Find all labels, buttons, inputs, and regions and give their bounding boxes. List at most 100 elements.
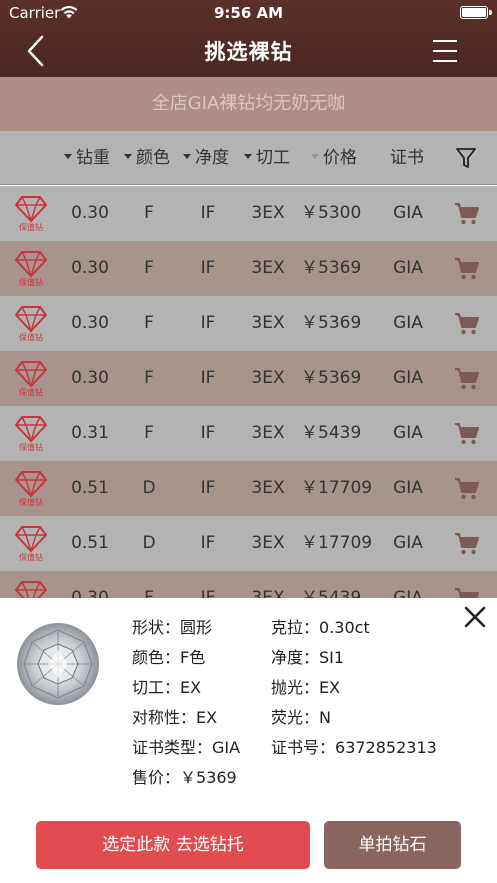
column-label: 颜色 bbox=[136, 148, 170, 168]
select-setting-button[interactable]: 选定此款 去选钻托 bbox=[36, 821, 310, 869]
cut-value: 3EX bbox=[251, 533, 285, 553]
table-row[interactable]: 保值钻 0.51 D IF 3EX ￥17709 GIA bbox=[0, 516, 497, 571]
carat-value: 0.31 bbox=[71, 423, 109, 443]
value-diamond-badge-icon: 保值钻 bbox=[14, 516, 48, 571]
cart-icon[interactable] bbox=[452, 241, 482, 296]
cut-value: 3EX bbox=[251, 203, 285, 223]
cart-icon[interactable] bbox=[452, 296, 482, 351]
column-label: 钻重 bbox=[76, 148, 110, 168]
clarity-value: IF bbox=[200, 313, 216, 333]
table-row[interactable]: 保值钻 0.30 F IF 3EX ￥5369 GIA bbox=[0, 241, 497, 296]
carat-value: 0.30 bbox=[71, 258, 109, 278]
page-title: 挑选裸钻 bbox=[204, 40, 293, 64]
column-label: 证书 bbox=[390, 148, 424, 168]
clarity-value: IF bbox=[200, 368, 216, 388]
table-row[interactable]: 保值钻 0.30 F IF 3EX ￥5369 GIA bbox=[0, 351, 497, 406]
clarity-value: IF bbox=[200, 478, 216, 498]
clarity-value: IF bbox=[200, 533, 216, 553]
detail-polish: 抛光：EX bbox=[271, 678, 340, 698]
cert-value: GIA bbox=[393, 368, 423, 388]
filter-icon[interactable] bbox=[455, 146, 477, 170]
column-label: 切工 bbox=[256, 148, 290, 168]
carat-value: 0.30 bbox=[71, 368, 109, 388]
sort-caret-icon bbox=[311, 153, 319, 159]
sort-clarity-header[interactable]: 净度 bbox=[183, 131, 229, 185]
cut-value: 3EX bbox=[251, 258, 285, 278]
table-row[interactable]: 保值钻 0.30 F IF 3EX ￥5369 GIA bbox=[0, 296, 497, 351]
detail-label: 抛光： bbox=[271, 678, 320, 697]
detail-shape: 形状：圆形 bbox=[132, 618, 212, 638]
promo-banner: 全店GIA裸钻均无奶无咖 bbox=[0, 77, 497, 131]
color-value: F bbox=[144, 203, 154, 223]
sort-cut-header[interactable]: 切工 bbox=[244, 131, 290, 185]
detail-fluorescence: 荧光：N bbox=[271, 708, 331, 728]
carat-value: 0.51 bbox=[71, 478, 109, 498]
clarity-value: IF bbox=[200, 258, 216, 278]
badge-label: 保值钻 bbox=[19, 443, 43, 452]
detail-value: GIA bbox=[212, 738, 241, 757]
diamond-image bbox=[17, 623, 99, 705]
detail-cert-number: 证书号：6372852313 bbox=[271, 738, 437, 758]
carat-value: 0.51 bbox=[71, 533, 109, 553]
detail-label: 形状： bbox=[132, 618, 181, 637]
menu-icon[interactable] bbox=[433, 40, 457, 62]
detail-cert-type: 证书类型：GIA bbox=[132, 738, 240, 758]
detail-label: 荧光： bbox=[271, 708, 320, 727]
sort-caret-icon bbox=[183, 153, 191, 159]
value-diamond-badge-icon: 保值钻 bbox=[14, 241, 48, 296]
close-icon[interactable] bbox=[462, 604, 488, 630]
top-bar: Carrier 9:56 AM 挑选裸钻 bbox=[0, 0, 497, 77]
carat-value: 0.30 bbox=[71, 203, 109, 223]
color-value: F bbox=[144, 258, 154, 278]
detail-carat: 克拉：0.30ct bbox=[271, 618, 370, 638]
column-label: 净度 bbox=[195, 148, 229, 168]
cart-icon[interactable] bbox=[452, 516, 482, 571]
badge-label: 保值钻 bbox=[19, 278, 43, 287]
badge-label: 保值钻 bbox=[19, 498, 43, 507]
table-row[interactable]: 保值钻 0.31 F IF 3EX ￥5439 GIA bbox=[0, 406, 497, 461]
sort-carat-header[interactable]: 钻重 bbox=[64, 131, 110, 185]
column-label: 价格 bbox=[323, 148, 357, 168]
cert-value: GIA bbox=[393, 203, 423, 223]
sort-caret-icon bbox=[244, 153, 252, 159]
sort-color-header[interactable]: 颜色 bbox=[124, 131, 170, 185]
cut-value: 3EX bbox=[251, 313, 285, 333]
detail-value: 6372852313 bbox=[335, 738, 437, 757]
value-diamond-badge-icon: 保值钻 bbox=[14, 186, 48, 241]
status-bar: Carrier 9:56 AM bbox=[0, 0, 497, 26]
detail-symmetry: 对称性：EX bbox=[132, 708, 217, 728]
cut-value: 3EX bbox=[251, 478, 285, 498]
cart-icon[interactable] bbox=[452, 186, 482, 241]
detail-color: 颜色：F色 bbox=[132, 648, 205, 668]
detail-label: 颜色： bbox=[132, 648, 181, 667]
value-diamond-badge-icon: 保值钻 bbox=[14, 296, 48, 351]
cart-icon[interactable] bbox=[452, 351, 482, 406]
carat-value: 0.30 bbox=[71, 313, 109, 333]
cart-icon[interactable] bbox=[452, 461, 482, 516]
battery-tip bbox=[489, 10, 492, 15]
cut-value: 3EX bbox=[251, 368, 285, 388]
table-row[interactable]: 保值钻 0.51 D IF 3EX ￥17709 GIA bbox=[0, 461, 497, 516]
detail-value: EX bbox=[180, 678, 202, 697]
detail-label: 售价： bbox=[132, 768, 181, 787]
table-row[interactable]: 保值钻 0.30 F IF 3EX ￥5300 GIA bbox=[0, 186, 497, 241]
sort-caret-icon bbox=[64, 153, 72, 159]
sort-price-header[interactable]: 价格 bbox=[311, 131, 357, 185]
cert-value: GIA bbox=[393, 478, 423, 498]
badge-label: 保值钻 bbox=[19, 223, 43, 232]
price-value: ￥5300 bbox=[301, 203, 362, 223]
price-value: ￥5439 bbox=[301, 423, 362, 443]
badge-label: 保值钻 bbox=[19, 388, 43, 397]
detail-clarity: 净度：SI1 bbox=[271, 648, 344, 668]
clarity-value: IF bbox=[200, 423, 216, 443]
color-value: F bbox=[144, 313, 154, 333]
detail-price: 售价：￥5369 bbox=[132, 768, 237, 788]
badge-label: 保值钻 bbox=[19, 553, 43, 562]
buy-diamond-button[interactable]: 单拍钻石 bbox=[324, 821, 461, 869]
value-diamond-badge-icon: 保值钻 bbox=[14, 351, 48, 406]
cart-icon[interactable] bbox=[452, 406, 482, 461]
detail-cut: 切工：EX bbox=[132, 678, 201, 698]
color-value: F bbox=[144, 368, 154, 388]
detail-value: N bbox=[319, 708, 331, 727]
detail-value: 0.30ct bbox=[319, 618, 370, 637]
